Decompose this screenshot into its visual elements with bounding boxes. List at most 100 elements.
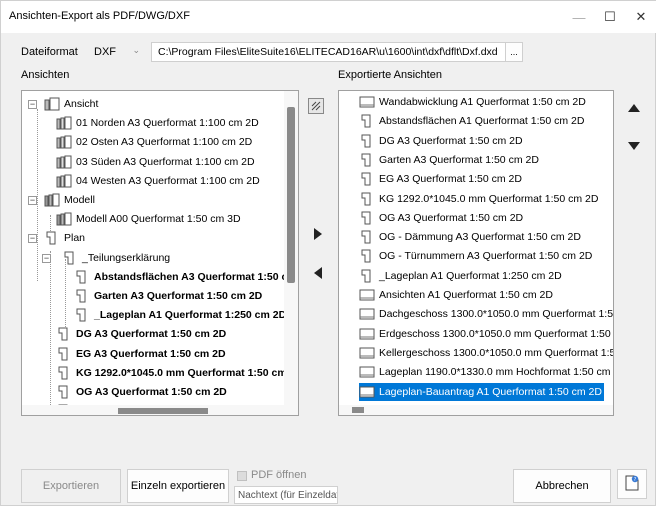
format-select[interactable]: DXF ⌄ — [87, 42, 147, 62]
exported-list-item[interactable]: Garten A3 Querformat 1:50 cm 2D — [359, 151, 541, 169]
tree-item[interactable]: Ansicht — [44, 95, 98, 113]
export-single-button[interactable]: Einzeln exportieren — [127, 469, 229, 503]
path-field[interactable]: C:\Program Files\EliteSuite16\ELITECAD16… — [151, 42, 507, 62]
move-down-icon[interactable] — [625, 137, 643, 155]
tree-item[interactable]: KG 1292.0*1045.0 mm Querformat 1:50 cm 2 — [56, 364, 295, 382]
exported-item-label: Lageplan-Bauantrag A1 Querformat 1:50 cm… — [379, 385, 602, 398]
plan-icon — [359, 211, 375, 225]
tree-item[interactable]: 03 Süden A3 Querformat 1:100 cm 2D — [56, 153, 255, 171]
exported-list-item[interactable]: OG - Dämmung A3 Querformat 1:50 cm 2D — [359, 228, 583, 246]
plan-icon — [359, 172, 375, 186]
scroll-thumb[interactable] — [352, 407, 364, 413]
title-bar: Ansichten-Export als PDF/DWG/DXF — ☐ ✕ — [1, 1, 656, 33]
tree-item[interactable]: Modell — [44, 191, 95, 209]
sheet-icon — [359, 385, 375, 399]
exported-item-label: DG A3 Querformat 1:50 cm 2D — [379, 134, 523, 147]
exported-list-item[interactable]: Kellergeschoss 1300.0*1050.0 mm Querform… — [359, 344, 613, 362]
exported-item-label: EG A3 Querformat 1:50 cm 2D — [379, 173, 522, 186]
pdf-open-checkbox[interactable] — [237, 471, 247, 481]
tree-item[interactable]: EG A3 Querformat 1:50 cm 2D — [56, 345, 226, 363]
exported-list-item[interactable]: Lageplan-Bauantrag A1 Querformat 1:50 cm… — [359, 382, 604, 401]
exported-list-item[interactable]: Erdgeschoss 1300.0*1050.0 mm Querformat … — [359, 325, 613, 343]
sheet-icon — [359, 95, 375, 109]
remove-left-arrow-icon[interactable] — [309, 264, 327, 282]
tree-item[interactable]: Modell A00 Querformat 1:50 cm 3D — [56, 210, 241, 228]
exported-list-item[interactable]: Wandabwicklung A1 Querformat 1:50 cm 2D — [359, 93, 588, 111]
exported-item-label: Wandabwicklung A1 Querformat 1:50 cm 2D — [379, 96, 586, 108]
cancel-button[interactable]: Abbrechen — [513, 469, 611, 503]
tree-item-label: KG 1292.0*1045.0 mm Querformat 1:50 cm 2 — [76, 366, 296, 379]
tree-collapse-toggle[interactable]: − — [28, 234, 37, 244]
close-button[interactable]: ✕ — [618, 1, 656, 33]
plan-icon — [359, 134, 375, 148]
move-up-icon[interactable] — [625, 99, 643, 117]
exported-list-item[interactable]: Ansichten A1 Querformat 1:50 cm 2D — [359, 286, 555, 304]
ansicht-icon — [44, 97, 60, 111]
view-icon — [56, 174, 72, 188]
exported-list-item[interactable]: Lageplan 1190.0*1330.0 mm Hochformat 1:5… — [359, 363, 613, 381]
toggle-view-icon[interactable] — [308, 98, 324, 114]
exported-list-item[interactable]: KG 1292.0*1045.0 mm Querformat 1:50 cm 2… — [359, 190, 600, 208]
views-horizontal-scrollbar[interactable] — [22, 405, 284, 415]
exported-list-item[interactable]: OG A3 Querformat 1:50 cm 2D — [359, 209, 525, 227]
plan-icon — [359, 114, 375, 128]
pdf-open-label: PDF öffnen — [251, 469, 307, 481]
tree-collapse-toggle[interactable]: − — [42, 253, 51, 263]
exported-list-item[interactable]: OG - Türnummern A3 Querformat 1:50 cm 2D — [359, 247, 594, 265]
chevron-down-icon: ⌄ — [132, 45, 140, 55]
tree-item[interactable]: Plan — [44, 229, 85, 247]
plan-icon — [56, 347, 72, 361]
tree-collapse-toggle[interactable]: − — [28, 196, 37, 205]
help-button[interactable]: ? — [617, 469, 647, 499]
tree-item[interactable]: _Lageplan A1 Querformat 1:250 cm 2D — [74, 306, 286, 324]
views-label: Ansichten — [21, 69, 70, 81]
sheet-icon — [359, 346, 375, 360]
plan-icon — [62, 251, 78, 265]
plan-icon — [56, 327, 72, 341]
tree-item-label: _Teilungserklärung — [82, 251, 171, 264]
view-icon — [56, 155, 72, 169]
add-right-arrow-icon[interactable] — [309, 225, 327, 243]
exported-item-label: OG - Türnummern A3 Querformat 1:50 cm 2D — [379, 250, 593, 263]
exported-item-label: Abstandsflächen A1 Querformat 1:50 cm 2D — [379, 115, 585, 128]
export-button[interactable]: Exportieren — [21, 469, 121, 503]
exported-list-item[interactable]: Dachgeschoss 1300.0*1050.0 mm Querformat… — [359, 305, 614, 323]
nachtext-input[interactable]: Nachtext (für Einzeldateien) — [234, 486, 338, 504]
exported-horizontal-scrollbar[interactable] — [339, 405, 613, 415]
exported-item-label: Ansichten A1 Querformat 1:50 cm 2D — [379, 289, 553, 301]
plan-icon — [359, 192, 375, 206]
view-icon — [56, 116, 72, 130]
browse-button[interactable]: ... — [505, 42, 523, 62]
tree-item[interactable]: Abstandsflächen A3 Querformat 1:50 cm — [74, 268, 297, 286]
exported-list-item[interactable]: _Lageplan A1 Querformat 1:250 cm 2D — [359, 267, 564, 285]
exported-list-item[interactable]: DG A3 Querformat 1:50 cm 2D — [359, 132, 525, 150]
exported-item-label: _Lageplan A1 Querformat 1:250 cm 2D — [379, 269, 562, 282]
tree-item[interactable]: DG A3 Querformat 1:50 cm 2D — [56, 325, 226, 343]
exported-list-item[interactable]: Abstandsflächen A1 Querformat 1:50 cm 2D — [359, 112, 586, 130]
format-value: DXF — [94, 46, 116, 58]
model-icon — [56, 212, 72, 226]
exported-list-item[interactable]: EG A3 Querformat 1:50 cm 2D — [359, 170, 524, 188]
sheet-icon — [359, 288, 375, 302]
exported-views-list[interactable]: Wandabwicklung A1 Querformat 1:50 cm 2D A… — [338, 90, 614, 416]
tree-collapse-toggle[interactable]: − — [28, 100, 37, 109]
scroll-thumb[interactable] — [287, 107, 295, 283]
tree-item-label: Plan — [64, 232, 86, 245]
exported-views-label: Exportierte Ansichten — [338, 69, 442, 81]
tree-item[interactable]: 04 Westen A3 Querformat 1:100 cm 2D — [56, 172, 260, 190]
tree-item[interactable]: 01 Norden A3 Querformat 1:100 cm 2D — [56, 114, 259, 132]
tree-item-label: 03 Süden A3 Querformat 1:100 cm 2D — [76, 155, 255, 168]
exported-item-label: Dachgeschoss 1300.0*1050.0 mm Querformat… — [379, 308, 614, 321]
scroll-thumb[interactable] — [118, 408, 208, 414]
tree-item[interactable]: Garten A3 Querformat 1:50 cm 2D — [74, 287, 262, 305]
tree-item-label: DG A3 Querformat 1:50 cm 2D — [76, 328, 227, 341]
views-vertical-scrollbar[interactable] — [284, 91, 298, 415]
tree-item[interactable]: OG A3 Querformat 1:50 cm 2D — [56, 383, 227, 401]
view-icon — [56, 135, 72, 149]
plan-icon — [74, 308, 90, 322]
tree-item[interactable]: 02 Osten A3 Querformat 1:100 cm 2D — [56, 133, 252, 151]
views-tree[interactable]: − Ansicht 01 Norden A3 Querformat 1:100 cm… — [21, 90, 299, 416]
tree-item[interactable]: _Teilungserklärung — [62, 249, 170, 267]
tree-item-label: _Lageplan A1 Querformat 1:250 cm 2D — [94, 309, 287, 322]
exported-item-label: OG A3 Querformat 1:50 cm 2D — [379, 211, 524, 224]
